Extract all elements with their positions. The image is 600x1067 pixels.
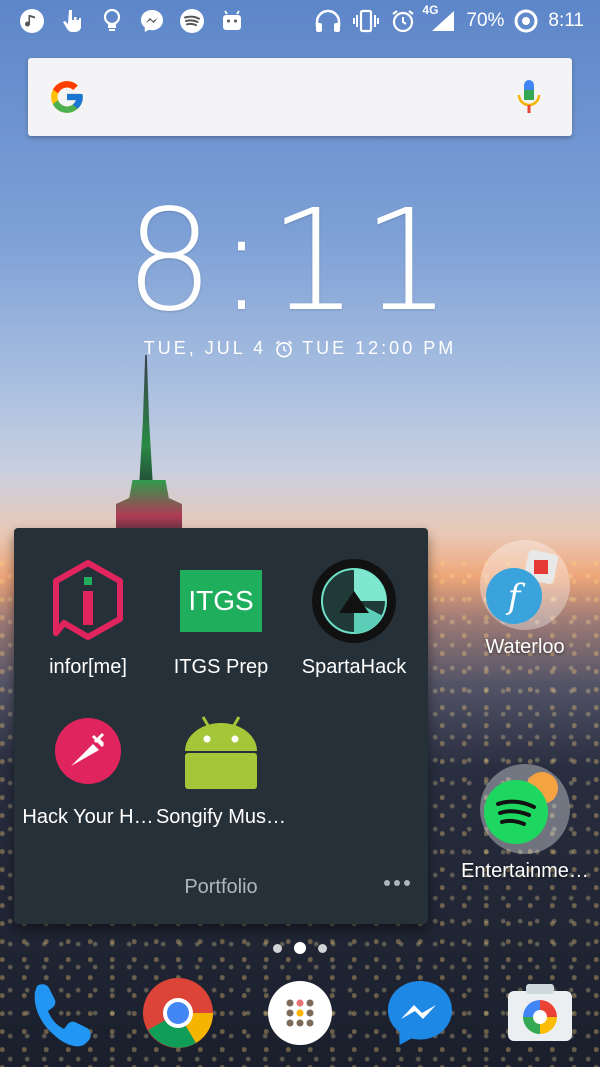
app-label: ITGS Prep bbox=[173, 656, 269, 678]
app-itgs-prep[interactable]: ITGS ITGS Prep bbox=[155, 558, 287, 679]
next-alarm-text: TUE 12:00 PM bbox=[302, 338, 457, 358]
informe-icon bbox=[45, 558, 131, 644]
phone-icon[interactable] bbox=[20, 975, 96, 1051]
page-indicator[interactable] bbox=[0, 942, 600, 954]
microphone-icon[interactable] bbox=[516, 78, 542, 116]
entertainment-folder-icon bbox=[478, 762, 572, 856]
itgs-icon-text: ITGS bbox=[180, 570, 262, 632]
more-options-icon[interactable] bbox=[384, 880, 410, 886]
vibrate-icon bbox=[353, 9, 380, 33]
google-search-bar[interactable] bbox=[28, 58, 572, 136]
music-icon bbox=[18, 7, 46, 35]
folder-entertainment[interactable]: Entertainme… bbox=[455, 762, 595, 883]
itgs-icon: ITGS bbox=[178, 558, 264, 644]
folder-waterloo[interactable]: f Waterloo bbox=[455, 538, 595, 659]
clock-widget-date[interactable]: TUE, JUL 4 TUE 12:00 PM bbox=[0, 338, 600, 359]
app-informe[interactable]: infor[me] bbox=[22, 558, 154, 679]
spotify-icon bbox=[178, 7, 206, 35]
alarm-icon bbox=[392, 10, 415, 33]
app-label: infor[me] bbox=[49, 656, 127, 678]
page-dot-current[interactable] bbox=[294, 942, 306, 954]
date-text: TUE, JUL 4 bbox=[143, 338, 267, 358]
google-logo-icon[interactable] bbox=[48, 78, 86, 116]
battery-saver-icon bbox=[514, 9, 538, 33]
app-label: Songify Mus… bbox=[155, 806, 287, 828]
messenger-icon bbox=[138, 7, 166, 35]
hack-your-health-icon bbox=[45, 708, 131, 794]
headphones-icon bbox=[316, 9, 341, 32]
android-icon bbox=[218, 7, 246, 35]
spartahack-icon bbox=[311, 558, 397, 644]
android-app-icon bbox=[178, 708, 264, 794]
shortcut-label: Waterloo bbox=[485, 636, 565, 658]
folder-title[interactable]: Portfolio bbox=[14, 876, 428, 899]
clock-widget-time[interactable]: 8:11 bbox=[0, 180, 580, 343]
app-spartahack[interactable]: SpartaHack bbox=[288, 558, 420, 679]
page-dot[interactable] bbox=[318, 943, 327, 953]
status-bar: 4G 70% 8:11 bbox=[0, 0, 600, 42]
shortcut-label: Entertainme… bbox=[461, 860, 589, 882]
signal-icon: 4G bbox=[422, 3, 456, 33]
waterloo-folder-icon: f bbox=[478, 538, 572, 632]
app-drawer-icon[interactable] bbox=[262, 975, 338, 1051]
app-label: SpartaHack bbox=[301, 656, 407, 678]
page-dot[interactable] bbox=[273, 943, 282, 953]
touch-icon bbox=[58, 7, 86, 35]
messenger-icon[interactable] bbox=[382, 975, 458, 1051]
app-hack-your-health[interactable]: Hack Your H… bbox=[22, 708, 154, 829]
camera-icon[interactable] bbox=[502, 975, 578, 1051]
battery-percent: 70% bbox=[466, 10, 505, 31]
alarm-icon bbox=[275, 340, 293, 358]
chrome-icon[interactable] bbox=[140, 975, 216, 1051]
app-songify-music[interactable]: Songify Mus… bbox=[155, 708, 287, 829]
lightbulb-icon bbox=[98, 7, 126, 35]
search-input[interactable] bbox=[98, 84, 516, 110]
status-time: 8:11 bbox=[548, 10, 584, 31]
app-label: Hack Your H… bbox=[22, 806, 154, 828]
portfolio-folder-panel: infor[me] ITGS ITGS Prep SpartaHack Hack… bbox=[14, 528, 428, 924]
dock bbox=[0, 975, 600, 1055]
